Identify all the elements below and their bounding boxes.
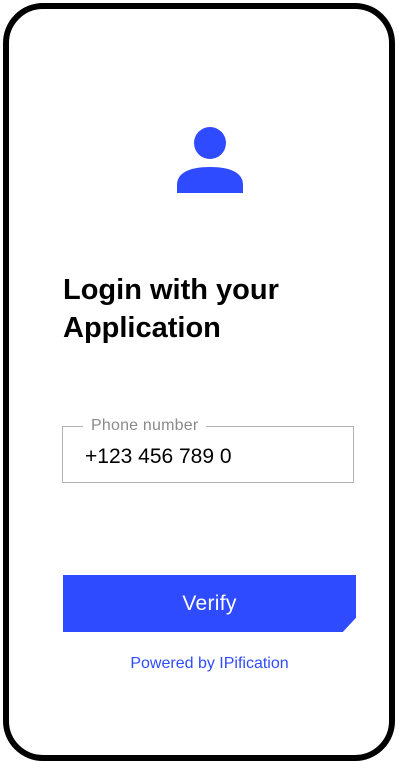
page-title: Login with your Application xyxy=(63,271,363,347)
phone-number-label: Phone number xyxy=(83,416,207,436)
user-icon xyxy=(177,127,243,193)
phone-number-value[interactable]: +123 456 789 0 xyxy=(85,444,232,470)
phone-number-field[interactable]: Phone number +123 456 789 0 xyxy=(62,416,354,483)
title-line-1: Login with your xyxy=(63,274,279,306)
phone-frame: Login with your Application Phone number… xyxy=(3,3,395,761)
powered-by-link[interactable]: Powered by IPification xyxy=(63,654,356,674)
title-line-2: Application xyxy=(63,312,221,344)
verify-button[interactable]: Verify xyxy=(63,575,356,632)
